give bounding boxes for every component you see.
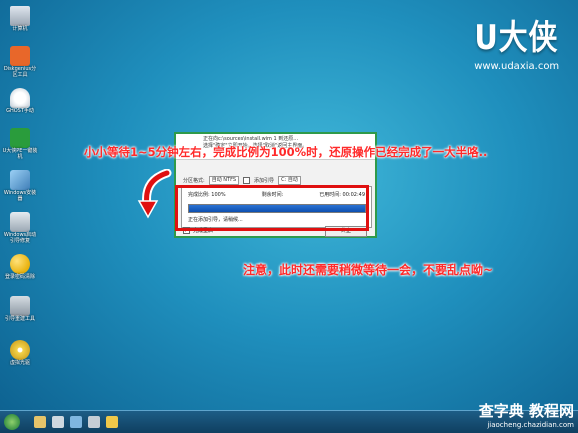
partition-format-label: 分区格式: [183,178,205,184]
add-boot-label: 添加引导 [254,178,275,184]
key-icon [10,254,30,274]
desktop-icon-label: 登录密码清除 [4,274,35,280]
desktop-icon-label: Windows安装器 [3,190,37,202]
desktop-icon-diskgenius[interactable]: Diskgenius分区工具 [2,46,38,78]
highlight-frame [175,185,369,231]
desktop-icon-label: 计算机 [12,26,28,32]
desktop-icon-computer[interactable]: 计算机 [2,6,38,32]
desktop-icon-windows-installer[interactable]: Windows安装器 [2,170,38,202]
add-boot-checkbox[interactable] [243,177,251,184]
uinstall-icon [10,128,30,148]
explorer-icon[interactable] [34,416,46,428]
partition-format-select[interactable]: 自动 NTFS [208,176,240,185]
taskbar-icons [34,416,118,428]
watermark: 查字典 教程网 jiaocheng.chazidian.com [479,400,574,429]
boot-repair-icon [10,212,30,232]
windows-installer-icon [10,170,30,190]
brand-logo-block: U大侠 www.udaxia.com [467,10,566,72]
diskgenius-icon [10,46,30,66]
brand-url: www.udaxia.com [474,61,560,72]
rebuild-icon [10,296,30,316]
desktop-icon-password-clear[interactable]: 登录密码清除 [2,254,38,280]
computer-icon[interactable] [52,416,64,428]
desktop-icon-boot-rebuild[interactable]: 引导重建工具 [2,296,38,322]
cd-icon [10,340,30,360]
partition-row: 分区格式: 自动 NTFS 添加引导 C: 自动 [183,176,301,185]
curved-arrow-icon [137,169,172,219]
desktop-icon-label: 引导重建工具 [4,316,35,322]
tool-icon[interactable] [88,416,100,428]
desktop-icon-label: Windows启动引导修复 [3,232,37,244]
brand-logo: U大侠 [474,18,559,58]
caption-bottom: 注意，此时还需要稍微等待一会，不要乱点呦~ [243,263,494,277]
watermark-line-2: jiaocheng.chazidian.com [487,421,574,429]
computer-icon [10,6,30,26]
desktop-icon-label: 虚拟光驱 [9,360,30,366]
watermark-line-1: 查字典 教程网 [478,402,574,420]
desktop-icon-uinstall[interactable]: U大侠PE一键装机 [2,128,38,160]
folder-icon[interactable] [106,416,118,428]
caption-top: 小小等待1~5分钟左右，完成比例为100%时，还原操作已经完成了一大半咯.. [84,145,488,159]
start-button[interactable] [4,414,20,430]
ghost-icon [10,88,30,108]
desktop-icon-label: U大侠PE一键装机 [2,148,38,160]
network-icon[interactable] [70,416,82,428]
desktop-icon-boot-repair[interactable]: Windows启动引导修复 [2,212,38,244]
window-message-line-1: 正在向c:\sources\install.wim 1 到还原... [203,136,299,142]
drive-select[interactable]: C: 自动 [278,176,301,185]
taskbar: 查字典 教程网 jiaocheng.chazidian.com [0,402,578,433]
desktop-icon-virtual-cd[interactable]: 虚拟光驱 [2,340,38,366]
desktop-icon-label: Diskgenius分区工具 [3,66,37,78]
desktop-icon-ghost[interactable]: GHOST手动 [2,88,38,114]
desktop-icon-label: GHOST手动 [6,108,34,114]
